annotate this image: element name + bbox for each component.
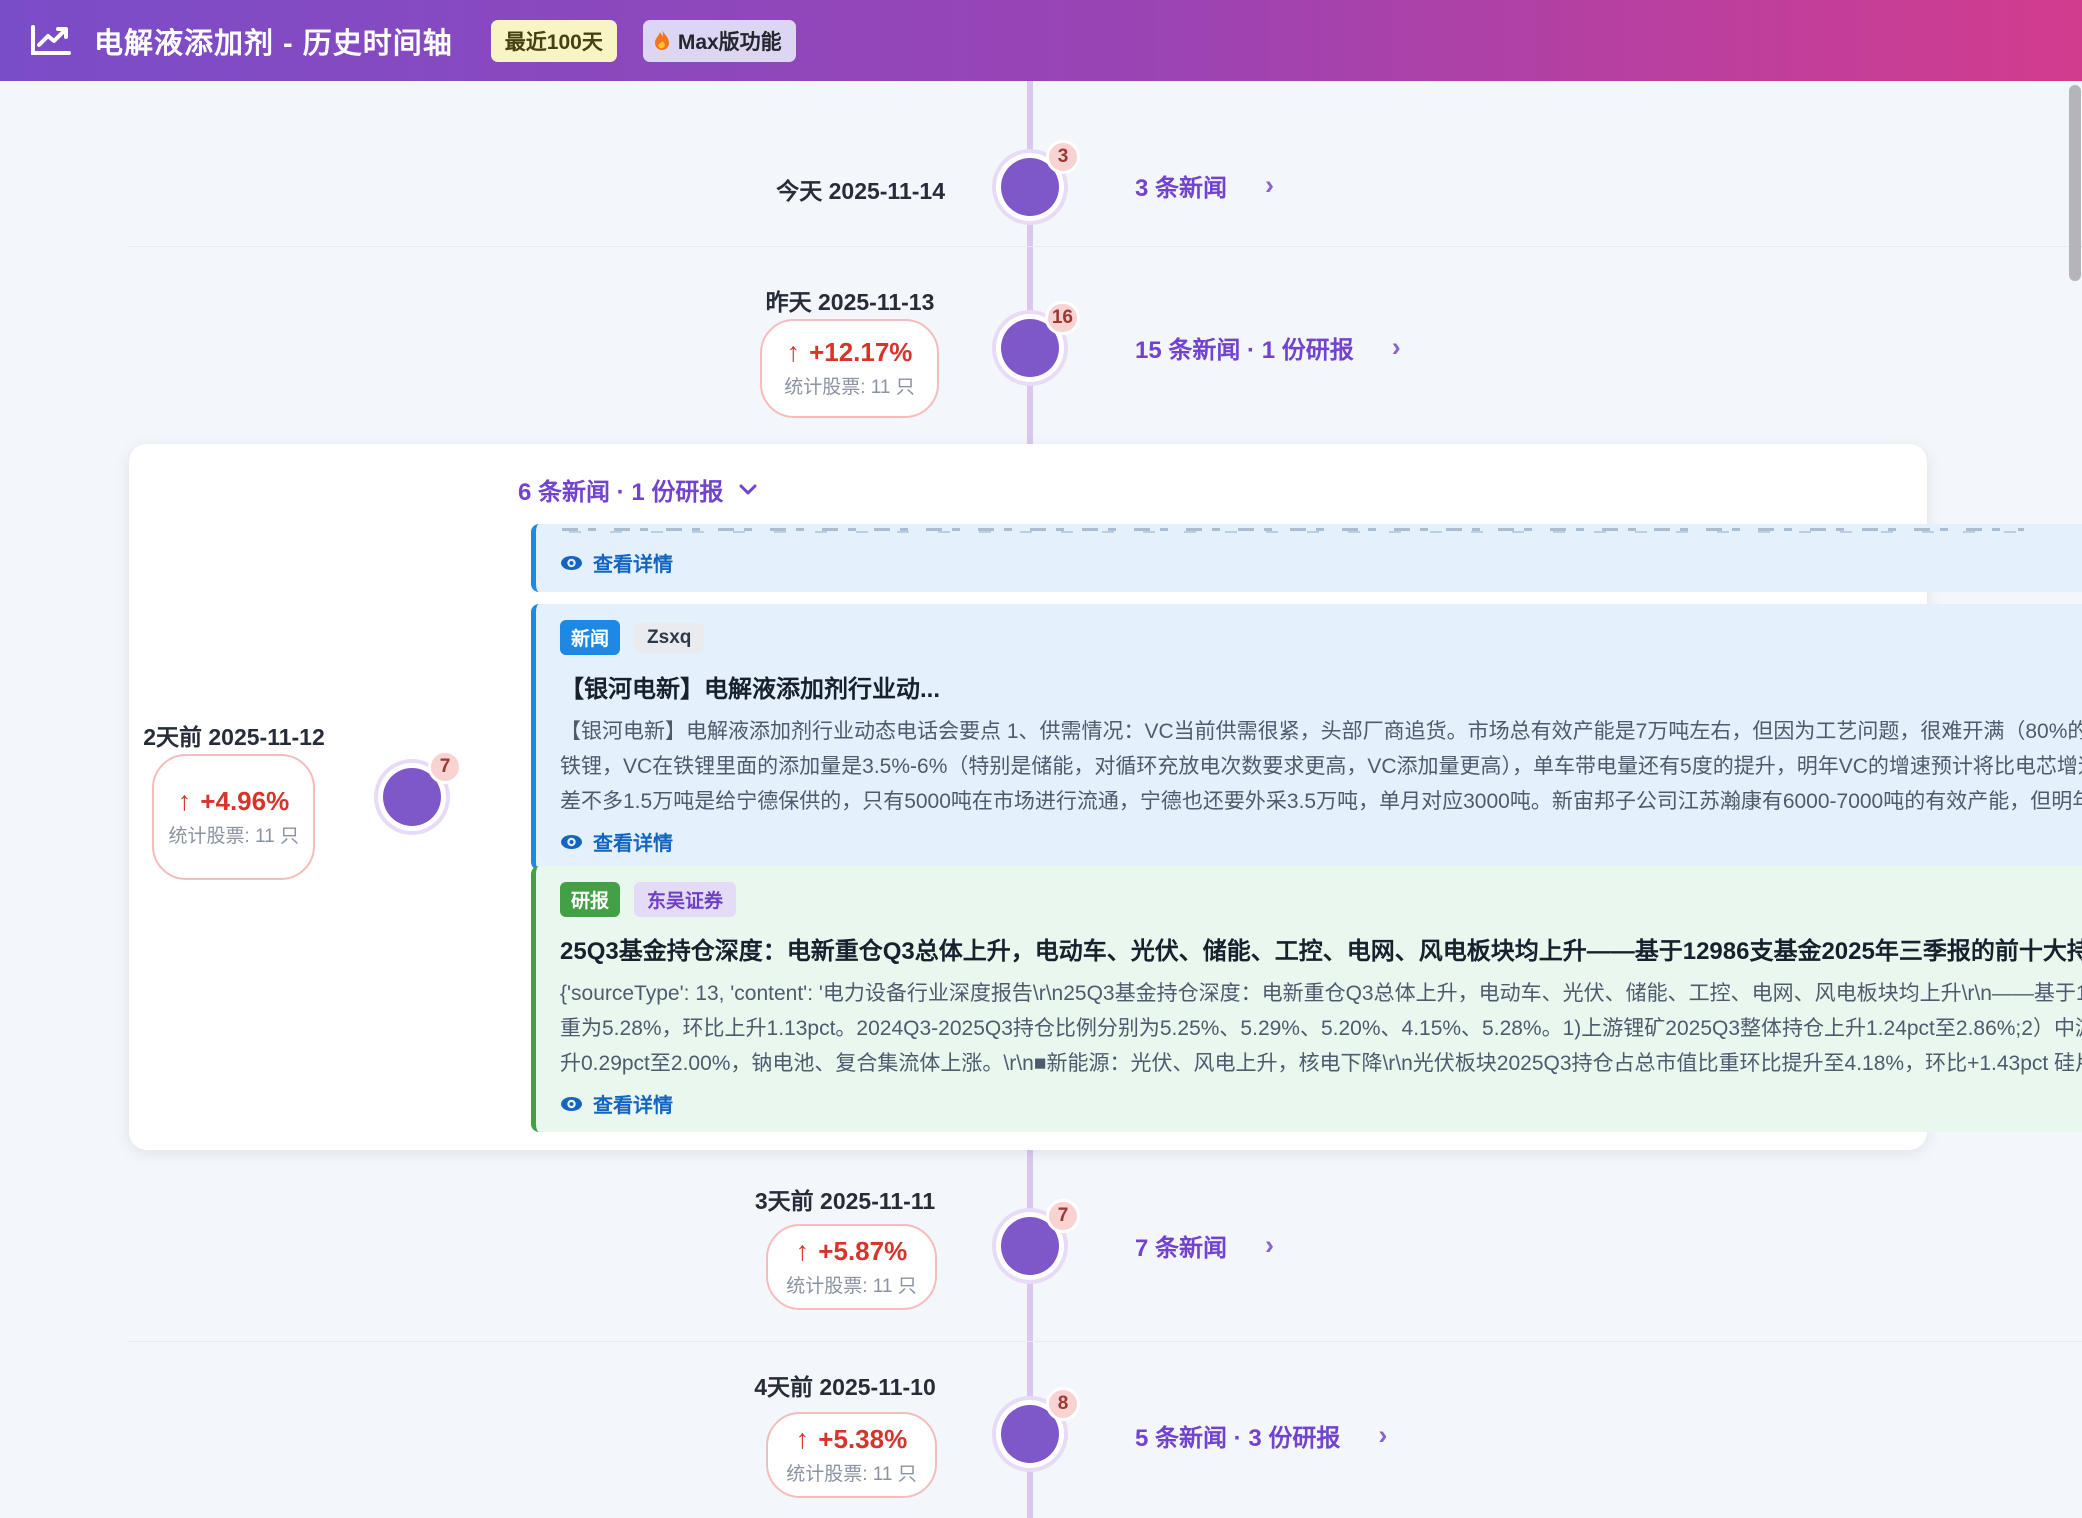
max-feature-badge: Max版功能 <box>643 20 796 62</box>
stocks-count: 统计股票: 11 只 <box>168 824 299 849</box>
change-bubble-2d: ↑ +4.96% 统计股票: 11 只 <box>152 754 315 880</box>
count-badge: 7 <box>1046 1199 1080 1233</box>
row-divider <box>127 1341 2082 1342</box>
tag-row: 新闻 Zsxq <box>560 620 2067 655</box>
change-percent: +5.87% <box>818 1236 907 1267</box>
change-percent: +4.96% <box>200 786 289 817</box>
up-arrow-icon: ↑ <box>796 1424 810 1455</box>
type-tag-news: 新闻 <box>560 620 620 655</box>
chevron-down-icon <box>739 484 757 495</box>
change-row: ↑ +5.38% <box>796 1424 907 1455</box>
change-bubble-4d: ↑ +5.38% 统计股票: 11 只 <box>766 1412 937 1498</box>
eye-icon <box>560 555 583 571</box>
chevron-right-icon: › <box>1392 332 1401 363</box>
view-detail-link[interactable]: 查看详情 <box>560 827 673 856</box>
up-arrow-icon: ↑ <box>178 786 192 817</box>
tag-row: 研报 东吴证券 <box>560 882 2067 917</box>
date-label-today: 今天 2025-11-14 <box>545 172 945 206</box>
up-arrow-icon: ↑ <box>787 337 801 368</box>
count-badge: 3 <box>1046 140 1080 174</box>
report-title: 25Q3基金持仓深度：电新重仓Q3总体上升，电动车、光伏、储能、工控、电网、风电… <box>560 931 2067 966</box>
body-line: 重为5.28%，环比上升1.13pct。2024Q3-2025Q3持仓比例分别为… <box>560 1011 2067 1046</box>
body-line: {'sourceType': 13, 'content': '电力设备行业深度报… <box>560 976 2067 1011</box>
change-row: ↑ +12.17% <box>787 337 913 368</box>
page-title: 电解液添加剂 - 历史时间轴 <box>94 20 453 62</box>
timeline-node-2d[interactable]: 7 <box>374 759 450 835</box>
view-detail-link[interactable]: 查看详情 <box>560 1089 673 1118</box>
timeline-node-3d[interactable]: 7 <box>992 1208 1068 1284</box>
news-card-partial: 查看详情 <box>531 524 2082 592</box>
summary-link-today[interactable]: 3 条新闻 › <box>1135 168 1274 203</box>
source-badge: Zsxq <box>634 623 704 653</box>
stocks-count: 统计股票: 11 只 <box>786 1274 917 1299</box>
vertical-scrollbar-thumb[interactable] <box>2069 85 2081 281</box>
change-row: ↑ +5.87% <box>796 1236 907 1267</box>
app-header: 电解液添加剂 - 历史时间轴 最近100天 Max版功能 <box>0 0 2082 81</box>
timeline-node-yesterday[interactable]: 16 <box>992 310 1068 386</box>
count-badge: 16 <box>1045 301 1080 335</box>
news-title: 【银河电新】电解液添加剂行业动... <box>560 669 2067 704</box>
summary-link-3d[interactable]: 7 条新闻 › <box>1135 1228 1274 1263</box>
fire-icon <box>653 29 671 52</box>
timeline-node-4d[interactable]: 8 <box>992 1396 1068 1472</box>
type-tag-report: 研报 <box>560 882 620 917</box>
news-card: 新闻 Zsxq 【银河电新】电解液添加剂行业动... 【银河电新】电解液添加剂行… <box>531 604 2082 870</box>
date-label-3d: 3天前 2025-11-11 <box>690 1182 1000 1216</box>
date-label-2d: 2天前 2025-11-12 <box>114 718 354 752</box>
body-line: 升0.29pct至2.00%，钠电池、复合集流体上涨。\r\n■新能源：光伏、风… <box>560 1046 2067 1081</box>
eye-icon <box>560 834 583 850</box>
date-range-badge: 最近100天 <box>491 20 617 62</box>
body-line: 【银河电新】电解液添加剂行业动态电话会要点 1、供需情况：VC当前供需很紧，头部… <box>560 714 2067 749</box>
stocks-count: 统计股票: 11 只 <box>786 1462 917 1487</box>
change-row: ↑ +4.96% <box>178 786 289 817</box>
news-body: 【银河电新】电解液添加剂行业动态电话会要点 1、供需情况：VC当前供需很紧，头部… <box>560 714 2067 819</box>
report-card: 研报 东吴证券 25Q3基金持仓深度：电新重仓Q3总体上升，电动车、光伏、储能、… <box>531 866 2082 1132</box>
report-body: {'sourceType': 13, 'content': '电力设备行业深度报… <box>560 976 2067 1081</box>
body-line: 铁锂，VC在铁锂里面的添加量是3.5%-6%（特别是储能，对循环充放电次数要求更… <box>560 749 2067 784</box>
up-arrow-icon: ↑ <box>796 1236 810 1267</box>
date-label-yesterday: 昨天 2025-11-13 <box>700 283 1000 317</box>
clipped-text-strip <box>562 528 2024 534</box>
timeline-node-today[interactable]: 3 <box>992 149 1068 225</box>
chevron-right-icon: › <box>1265 170 1274 201</box>
chevron-right-icon: › <box>1378 1420 1387 1451</box>
chevron-right-icon: › <box>1265 1230 1274 1261</box>
body-line: 差不多1.5万吨是给宁德保供的，只有5000吨在市场进行流通，宁德也还要外采3.… <box>560 784 2067 819</box>
app-window: 电解液添加剂 - 历史时间轴 最近100天 Max版功能 今天 2025-11-… <box>0 0 2082 1518</box>
change-percent: +5.38% <box>818 1424 907 1455</box>
source-badge: 东吴证券 <box>634 882 736 917</box>
change-percent: +12.17% <box>809 337 912 368</box>
change-bubble-3d: ↑ +5.87% 统计股票: 11 只 <box>766 1224 937 1310</box>
expanded-summary-toggle[interactable]: 6 条新闻 · 1 份研报 <box>518 472 757 507</box>
row-divider <box>127 246 2082 247</box>
count-badge: 7 <box>428 750 462 784</box>
summary-link-yesterday[interactable]: 15 条新闻 · 1 份研报 › <box>1135 330 1401 365</box>
stocks-count: 统计股票: 11 只 <box>784 375 915 400</box>
line-chart-icon <box>28 21 74 61</box>
date-label-4d: 4天前 2025-11-10 <box>690 1368 1000 1402</box>
eye-icon <box>560 1096 583 1112</box>
summary-link-4d[interactable]: 5 条新闻 · 3 份研报 › <box>1135 1418 1387 1453</box>
view-detail-link[interactable]: 查看详情 <box>560 548 673 577</box>
count-badge: 8 <box>1046 1387 1080 1421</box>
change-bubble-yesterday: ↑ +12.17% 统计股票: 11 只 <box>760 319 939 418</box>
